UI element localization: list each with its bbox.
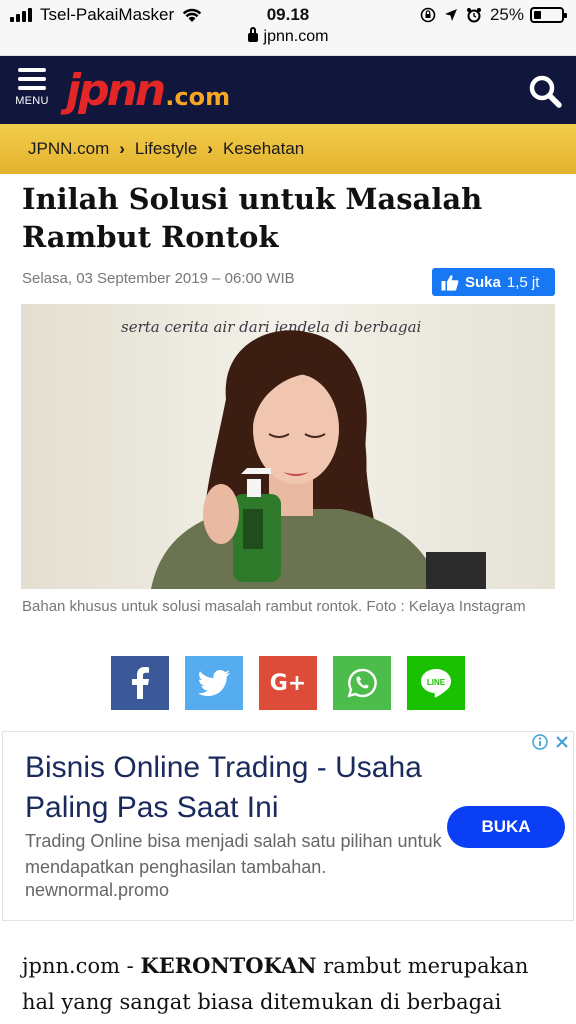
address-url: jpnn.com <box>263 28 329 45</box>
google-plus-icon: G+ <box>269 670 307 696</box>
site-header: MENU jpnn .com <box>0 56 576 124</box>
advertisement[interactable]: Bisnis Online Trading - Usaha Paling Pas… <box>2 731 574 921</box>
facebook-icon <box>132 667 149 699</box>
article-title: Inilah Solusi untuk Masalah Rambut Ronto… <box>22 182 483 254</box>
ad-close-icon[interactable] <box>551 732 573 752</box>
ad-info-icon[interactable] <box>529 732 551 752</box>
ad-choices <box>529 732 573 752</box>
woman-with-bottle-image: serta cerita air dari jendela di berbaga… <box>21 304 555 589</box>
status-icons: 25% <box>412 5 567 25</box>
facebook-like-button[interactable]: Suka 1,5 jt <box>432 268 555 296</box>
like-label: Suka <box>465 273 501 291</box>
like-count: 1,5 jt <box>506 273 540 291</box>
twitter-icon <box>198 670 230 696</box>
chevron-right-icon: › <box>119 139 125 158</box>
article-date: Selasa, 03 September 2019 – 06:00 WIB <box>22 270 295 287</box>
alarm-icon <box>466 8 481 23</box>
line-icon: LINE <box>421 669 451 698</box>
location-icon <box>444 9 457 21</box>
ad-title[interactable]: Bisnis Online Trading - Usaha Paling Pas… <box>25 748 445 828</box>
thumbs-up-icon <box>441 274 459 291</box>
address-bar[interactable]: jpnn.com <box>0 27 576 46</box>
lock-icon <box>247 27 258 42</box>
logo-suffix: .com <box>165 83 231 111</box>
ad-description: Trading Online bisa menjadi salah satu p… <box>25 831 442 877</box>
search-icon[interactable] <box>528 74 562 108</box>
battery-percent: 25% <box>489 5 524 24</box>
breadcrumb-kesehatan[interactable]: Kesehatan <box>223 139 304 159</box>
share-twitter-button[interactable] <box>185 656 243 710</box>
svg-text:LINE: LINE <box>427 678 446 687</box>
breadcrumb-lifestyle[interactable]: Lifestyle <box>135 139 197 159</box>
article-body: jpnn.com - KERONTOKAN rambut merupakan h… <box>22 948 552 1020</box>
body-keyword: KERONTOKAN <box>140 953 317 978</box>
menu-button[interactable]: MENU <box>12 68 52 116</box>
share-line-button[interactable]: LINE <box>407 656 465 710</box>
battery-icon <box>530 7 567 23</box>
menu-label: MENU <box>15 95 49 107</box>
status-bar: Tsel-PakaiMasker 09.18 25% jpnn.com <box>0 0 576 56</box>
ad-open-button[interactable]: BUKA <box>447 806 565 848</box>
article-photo: serta cerita air dari jendela di berbaga… <box>21 304 555 589</box>
body-source: jpnn.com - <box>22 954 134 978</box>
breadcrumb: JPNN.com › Lifestyle › Kesehatan <box>0 124 576 174</box>
logo-text: jpnn <box>66 65 166 116</box>
breadcrumb-home[interactable]: JPNN.com <box>28 139 109 159</box>
share-facebook-button[interactable] <box>111 656 169 710</box>
share-bar: G+ LINE <box>0 656 576 710</box>
site-logo[interactable]: jpnn .com <box>66 64 230 118</box>
whatsapp-icon <box>347 668 377 698</box>
share-whatsapp-button[interactable] <box>333 656 391 710</box>
rotation-lock-icon <box>420 7 436 23</box>
hamburger-icon <box>12 68 52 90</box>
photo-caption: Bahan khusus untuk solusi masalah rambut… <box>22 598 526 615</box>
chevron-right-icon: › <box>207 139 213 158</box>
ad-domain: newnormal.promo <box>25 880 170 900</box>
share-google-plus-button[interactable]: G+ <box>259 656 317 710</box>
